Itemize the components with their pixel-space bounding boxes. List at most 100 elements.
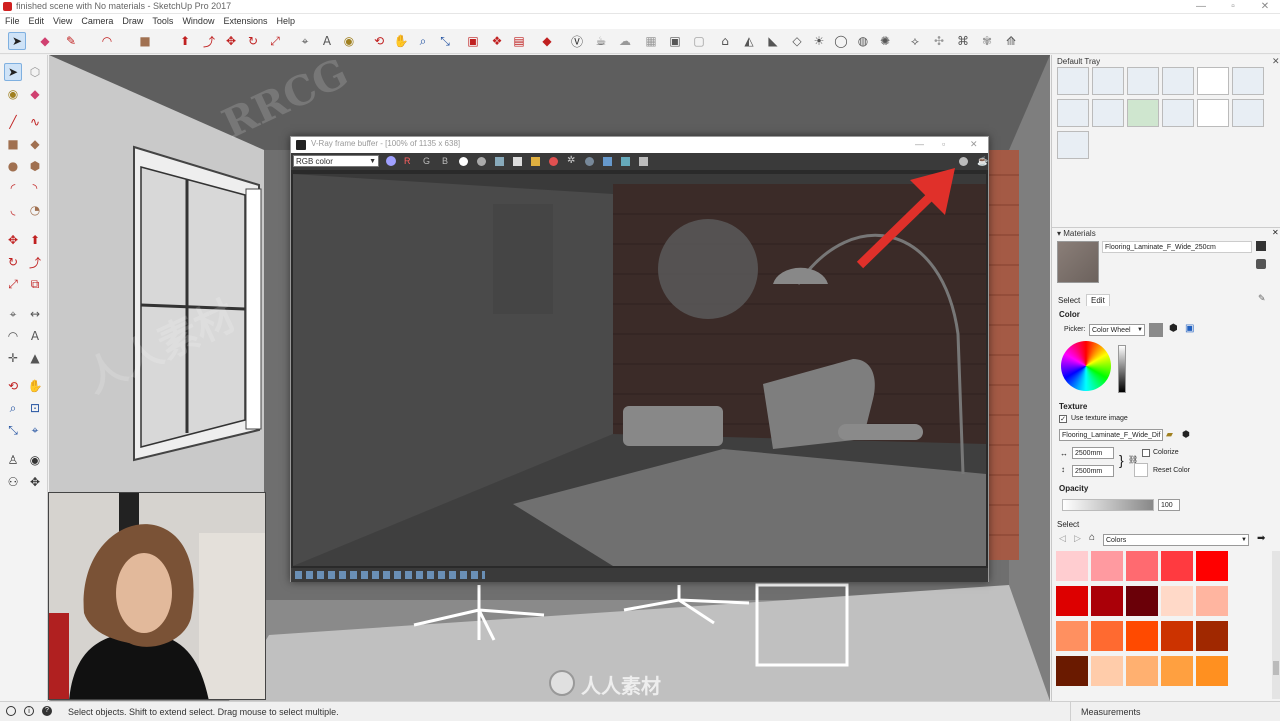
style-thumb-12[interactable] [1232,99,1264,127]
paint-icon[interactable]: ◉ [4,85,22,103]
tab-edit[interactable]: Edit [1086,294,1110,306]
geo-location-icon[interactable] [6,706,16,716]
vray-cloud-icon[interactable]: ☁ [616,32,634,50]
color-wheel[interactable] [1061,341,1111,391]
current-color-swatch[interactable] [1149,323,1163,337]
color-swatch[interactable] [1056,621,1088,651]
color-swatch[interactable] [1196,586,1228,616]
vray-render-icon[interactable]: Ⓥ [568,32,586,50]
color-swatch[interactable] [1091,621,1123,651]
style-thumb-2[interactable] [1092,67,1124,95]
menu-draw[interactable]: Draw [122,14,143,29]
color-swatch[interactable] [1056,586,1088,616]
reset-color-swatch[interactable] [1134,463,1148,477]
color-swatch[interactable] [1161,551,1193,581]
style-thumb-11[interactable] [1197,99,1229,127]
vray-clipper-icon[interactable]: ✾ [978,32,996,50]
paint-default-icon[interactable] [1256,259,1266,269]
material-name-field[interactable]: Flooring_Laminate_F_Wide_250cm [1102,241,1252,253]
teapot-render-icon[interactable]: ☕ [977,156,988,166]
pushpull-tool-icon[interactable]: ⬆ [26,231,44,249]
axes-icon[interactable]: ✛ [4,349,22,367]
vray-close-button[interactable]: ✕ [970,139,978,150]
channel-green-toggle[interactable]: G [423,156,430,166]
minimize-button[interactable]: — [1190,0,1212,14]
eraser-icon[interactable]: ◆ [36,32,54,50]
channel-red-toggle[interactable]: R [404,156,411,166]
maximize-button[interactable]: ▫ [1222,0,1244,14]
vray-spot-icon[interactable]: ◭ [740,32,758,50]
menu-camera[interactable]: Camera [81,14,113,29]
edit-texture-icon[interactable]: ⬢ [1182,430,1190,439]
component-icon[interactable]: ⬡ [26,63,44,81]
offset-icon[interactable]: ⧉ [26,275,44,293]
vray-dome-icon[interactable]: ◍ [854,32,872,50]
push-pull-icon[interactable]: ⬆ [176,32,194,50]
colorize-checkbox[interactable] [1142,449,1150,457]
position-camera-icon[interactable]: ⌖ [26,421,44,439]
lens-effects-icon[interactable] [621,157,630,166]
zoom-extents-tool-icon[interactable]: ⤡ [4,421,22,439]
footprints-icon[interactable]: ⚇ [4,473,22,491]
measurements-box[interactable]: Measurements [1070,702,1280,721]
browse-folder-icon[interactable]: ▰ [1166,430,1173,439]
vray-light-icon[interactable]: ⌂ [716,32,734,50]
stop-render-icon[interactable] [549,157,558,166]
rotate-tool-icon[interactable]: ↻ [4,253,22,271]
rotate-icon[interactable]: ↻ [244,32,262,50]
vray-maximize-button[interactable]: ▫ [942,139,945,149]
style-thumb-1[interactable] [1057,67,1089,95]
instructor-icon[interactable]: ? [42,706,52,716]
load-image-icon[interactable] [513,157,522,166]
vray-interactive-icon[interactable]: ☕ [592,32,610,50]
pan-icon[interactable]: ✋ [392,32,410,50]
eraser-tool-icon[interactable]: ◆ [26,85,44,103]
eyedropper-icon[interactable]: ✎ [1258,293,1266,304]
menu-file[interactable]: File [5,14,20,29]
pan-tool-icon[interactable]: ✋ [26,377,44,395]
pencil-icon[interactable]: ✎ [62,32,80,50]
section-plane-icon[interactable]: ✥ [26,473,44,491]
brightness-slider[interactable] [1118,345,1126,393]
tab-select[interactable]: Select [1058,296,1080,305]
zoom-extents-icon[interactable]: ⤡ [436,32,454,50]
line-icon[interactable]: ╱ [4,113,22,131]
channel-select[interactable]: RGB color ▼ [293,155,379,167]
mono-icon[interactable] [459,157,468,166]
compare-icon[interactable] [603,157,612,166]
arc-icon[interactable]: ◠ [98,32,116,50]
vray-export-icon[interactable]: ⟰ [1002,32,1020,50]
vray-minimize-button[interactable]: — [915,139,924,149]
folder-icon[interactable] [531,157,540,166]
channel-blue-toggle[interactable]: B [442,156,448,166]
share-model-icon[interactable]: ▤ [510,32,528,50]
color-swatch[interactable] [1161,586,1193,616]
text-icon[interactable]: A [26,327,44,345]
polygon-icon[interactable]: ⬢ [26,157,44,175]
warehouse-icon[interactable]: ▣ [464,32,482,50]
color-swatch[interactable] [1091,551,1123,581]
forward-arrow-icon[interactable]: ▷ [1074,533,1081,544]
3d-text-icon[interactable]: ▲ [26,349,44,367]
paint-bucket-icon[interactable]: ◉ [340,32,358,50]
vray-options-icon[interactable]: ▦ [642,32,660,50]
rotated-rect-icon[interactable]: ◆ [26,135,44,153]
menu-edit[interactable]: Edit [29,14,45,29]
scale-tool-icon[interactable]: ⤢ [4,275,22,293]
pie-icon[interactable]: ◔ [26,201,44,219]
channel-palette-icon[interactable] [386,156,396,166]
followme-tool-icon[interactable]: ⤴ [26,253,44,271]
opacity-slider[interactable] [1062,499,1154,511]
style-thumb-10[interactable] [1162,99,1194,127]
color-swatch[interactable] [1196,551,1228,581]
scrollbar-thumb[interactable] [1273,661,1279,675]
style-thumb-8[interactable] [1092,99,1124,127]
dimension-icon[interactable]: ↔ [26,305,44,323]
match-screen-color-icon[interactable]: ▣ [1185,324,1194,334]
use-texture-checkbox[interactable]: ✓ [1059,415,1067,423]
arc-tool-icon[interactable]: ◜ [4,179,22,197]
zoom-icon[interactable]: ⌕ [414,32,432,50]
height-field[interactable]: 2500mm [1072,465,1114,477]
menu-help[interactable]: Help [276,14,295,29]
region-render-icon[interactable]: ✲ [567,156,575,166]
